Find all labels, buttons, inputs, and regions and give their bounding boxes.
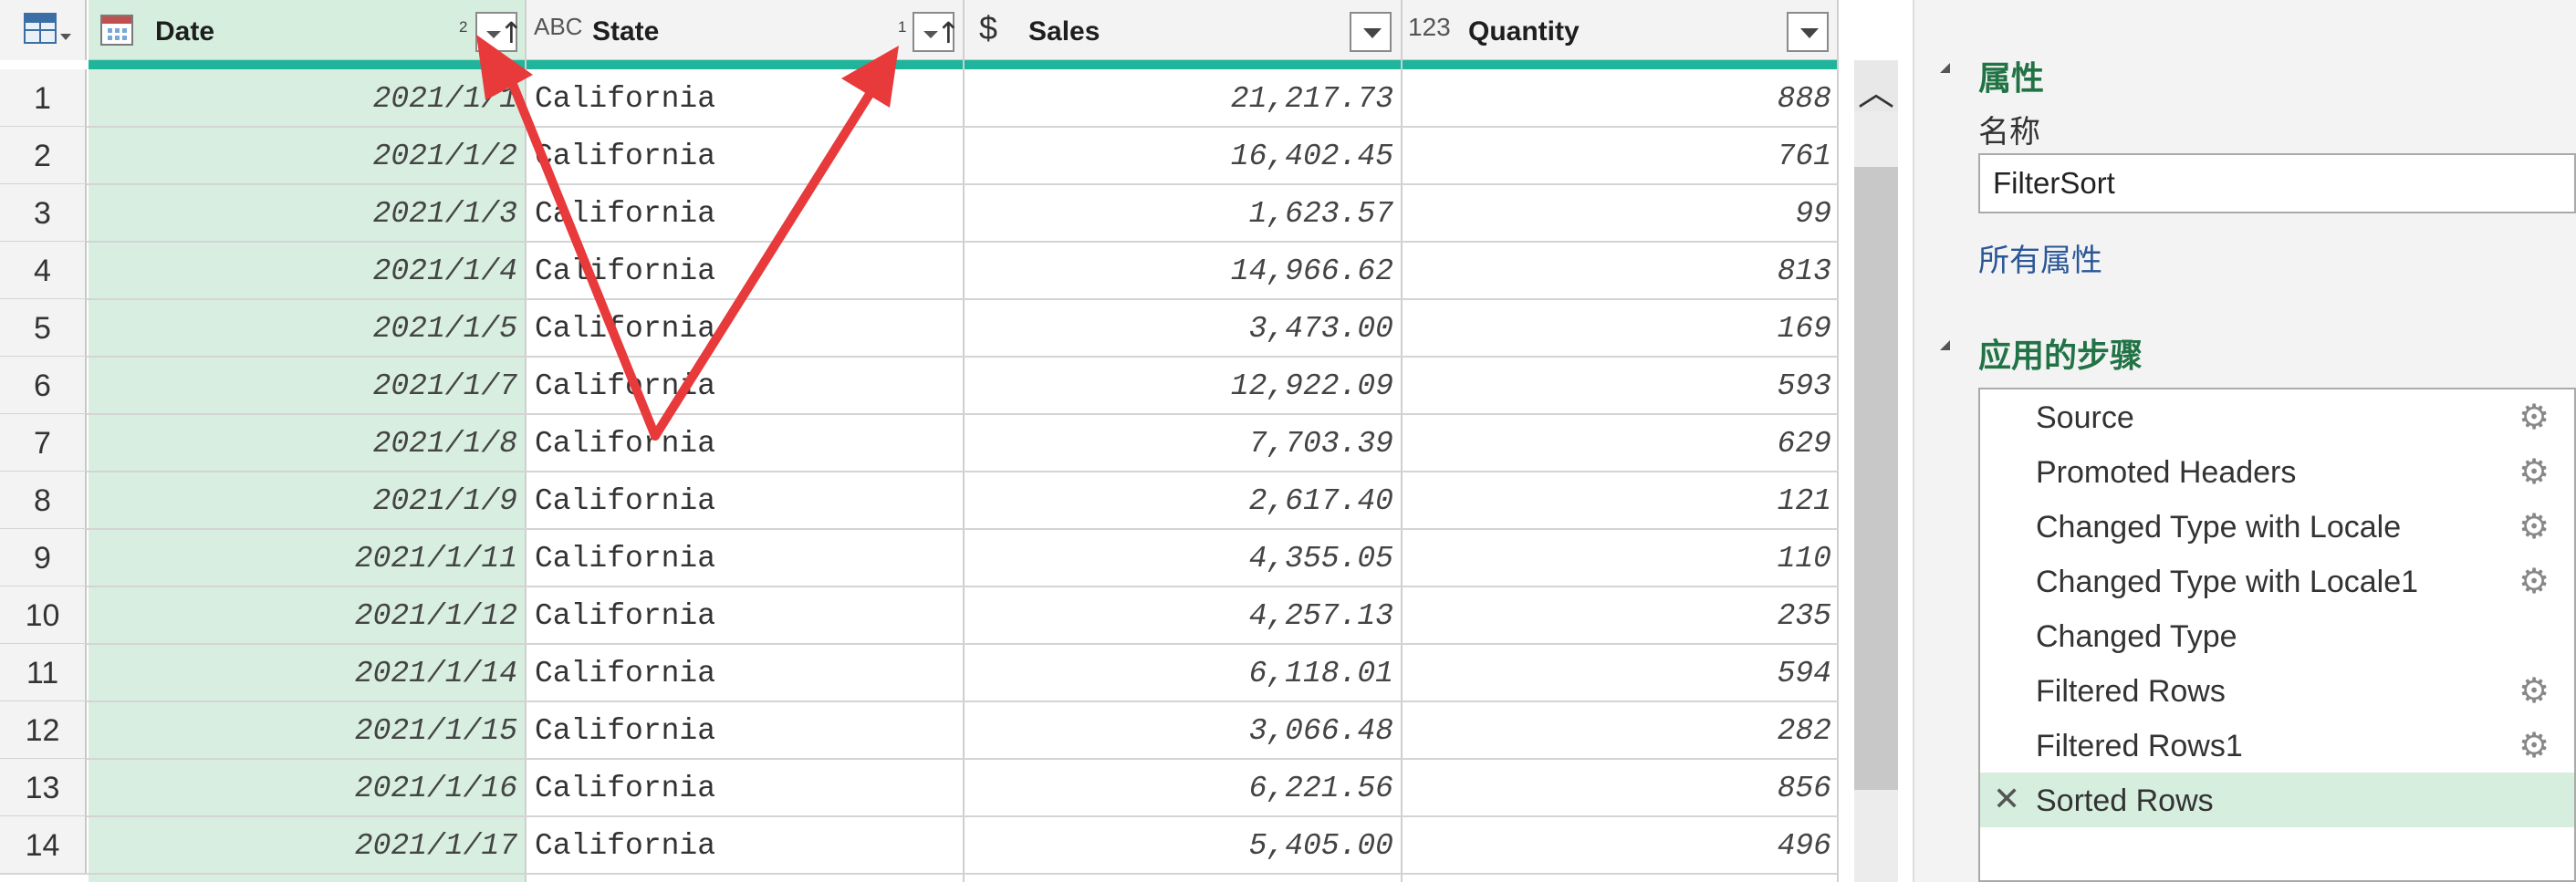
applied-step-label: Changed Type with Locale1 xyxy=(2036,565,2419,599)
applied-steps-section-title: 应用的步骤 xyxy=(1978,337,2143,375)
applied-steps-list: Source ⚙ Promoted Headers ⚙ Changed Type wit… xyxy=(1978,388,2576,882)
applied-step-item[interactable]: Filtered Rows1 ⚙ xyxy=(1980,718,2574,773)
applied-step-label: Changed Type xyxy=(2036,619,2237,654)
gear-icon[interactable]: ⚙ xyxy=(2519,670,2550,711)
arrow-to-date-sort xyxy=(502,64,660,441)
gear-icon[interactable]: ⚙ xyxy=(2519,451,2550,492)
applied-step-label: Filtered Rows1 xyxy=(2036,729,2243,763)
gear-icon[interactable]: ⚙ xyxy=(2519,506,2550,546)
applied-step-label: Changed Type with Locale xyxy=(2036,510,2402,545)
applied-step-item[interactable]: Changed Type with Locale ⚙ xyxy=(1980,499,2574,554)
applied-step-item[interactable]: Changed Type xyxy=(1980,608,2574,663)
gear-icon[interactable]: ⚙ xyxy=(2519,725,2550,765)
collapse-caret-icon[interactable] xyxy=(1940,63,1950,73)
properties-section-title: 属性 xyxy=(1978,60,2045,98)
applied-step-item[interactable]: Changed Type with Locale1 ⚙ xyxy=(1980,554,2574,608)
name-label: 名称 xyxy=(1978,114,2040,150)
delete-step-icon[interactable]: ✕ xyxy=(1993,780,2020,820)
applied-step-item[interactable]: Promoted Headers ⚙ xyxy=(1980,444,2574,499)
arrow-to-state-sort xyxy=(651,79,881,441)
applied-step-item[interactable]: ✕ Sorted Rows xyxy=(1980,773,2574,827)
applied-step-label: Source xyxy=(2036,400,2134,435)
applied-step-item[interactable]: Filtered Rows ⚙ xyxy=(1980,663,2574,718)
applied-step-item[interactable]: Source ⚙ xyxy=(1980,389,2574,444)
gear-icon[interactable]: ⚙ xyxy=(2519,561,2550,601)
arrowhead-icon xyxy=(476,35,533,100)
applied-step-label: Sorted Rows xyxy=(2036,783,2214,818)
query-name-input[interactable]: FilterSort xyxy=(1978,153,2576,213)
gear-icon[interactable]: ⚙ xyxy=(2519,397,2550,437)
collapse-caret-icon[interactable] xyxy=(1940,340,1950,350)
applied-step-label: Promoted Headers xyxy=(2036,455,2297,490)
all-properties-link[interactable]: 所有属性 xyxy=(1978,235,2102,280)
applied-step-label: Filtered Rows xyxy=(2036,674,2226,709)
